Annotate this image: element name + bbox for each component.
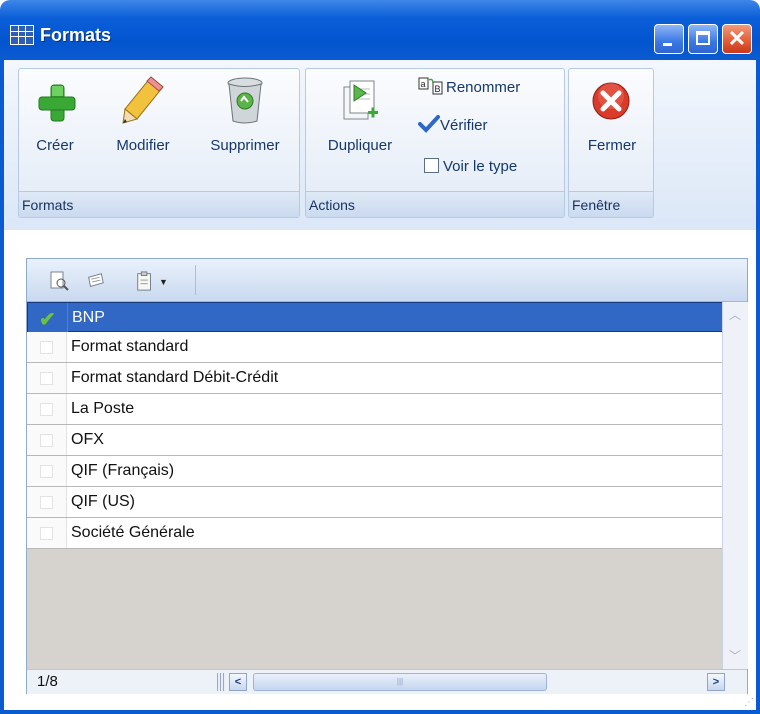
row-label: Société Générale [71, 524, 195, 541]
row-checkbox[interactable] [27, 394, 67, 424]
scroll-up-icon[interactable]: ︿ [726, 306, 744, 324]
formats-list-panel: ▼ ✔ BNP Format standard Format standard … [26, 258, 748, 694]
delete-button[interactable]: Supprimer [197, 69, 293, 189]
row-checkbox[interactable] [27, 518, 67, 548]
checkbox-box [40, 496, 53, 509]
show-type-checkbox[interactable]: Voir le type [424, 156, 517, 178]
row-label: Format standard Débit-Crédit [71, 369, 279, 386]
record-counter: 1/8 [37, 673, 58, 690]
show-type-label: Voir le type [443, 158, 518, 175]
create-label: Créer [36, 137, 74, 154]
close-window-button[interactable]: ✕ [722, 24, 752, 54]
checkbox-box [40, 403, 53, 416]
preview-icon[interactable] [49, 271, 69, 291]
resize-grip-icon[interactable]: ⋰ [744, 697, 754, 708]
row-label: OFX [71, 431, 104, 448]
list-item[interactable]: La Poste [27, 394, 723, 425]
verify-button[interactable]: Vérifier [418, 115, 488, 137]
pencil-icon [122, 76, 164, 124]
svg-text:a: a [421, 79, 426, 89]
row-checkbox[interactable] [27, 425, 67, 455]
print-icon[interactable] [85, 271, 105, 291]
close-form-label: Fermer [587, 137, 637, 154]
list-item[interactable]: QIF (US) [27, 487, 723, 518]
list-item[interactable]: Format standard [27, 332, 723, 363]
svg-text:B: B [435, 84, 441, 94]
close-circle-icon [592, 82, 630, 120]
checkbox-box [40, 527, 53, 540]
group-label-actions: Actions [306, 191, 564, 217]
edit-button[interactable]: Modifier [103, 69, 183, 189]
scroll-right-button[interactable]: > [707, 673, 725, 691]
maximize-button[interactable] [688, 24, 718, 54]
table-icon [10, 25, 34, 45]
row-label: Format standard [71, 338, 189, 355]
checkbox-box [40, 465, 53, 478]
trash-icon [227, 77, 263, 124]
duplicate-button[interactable]: Dupliquer [312, 69, 408, 189]
toolbar-separator [195, 265, 196, 295]
show-type-checkbox-box[interactable] [424, 158, 439, 173]
close-icon: ✕ [727, 26, 747, 51]
list-toolbar: ▼ [27, 259, 747, 302]
splitter-grip[interactable] [217, 673, 225, 691]
create-button[interactable]: Créer [27, 69, 83, 189]
delete-label: Supprimer [210, 137, 280, 154]
row-label: QIF (Français) [71, 462, 175, 479]
rename-label: Renommer [446, 79, 521, 96]
group-label-window: Fenêtre [569, 191, 653, 217]
minimize-button[interactable] [654, 24, 684, 54]
check-icon [418, 115, 440, 133]
edit-label: Modifier [116, 137, 170, 154]
title-bar: Formats ✕ [0, 0, 760, 60]
ribbon-group-window: Fermer Fenêtre [568, 68, 654, 218]
group-label-formats: Formats [19, 191, 299, 217]
row-checkbox[interactable] [27, 487, 67, 517]
list-item[interactable]: Société Générale [27, 518, 723, 549]
ribbon-group-formats: Créer Modifier Supprimer Formats [18, 68, 300, 218]
list-status-bar: 1/8 < ||| > [27, 669, 747, 694]
row-label: La Poste [71, 400, 135, 417]
checkbox-box [40, 434, 53, 447]
close-form-button[interactable]: Fermer [573, 69, 651, 189]
list-item[interactable]: QIF (Français) [27, 456, 723, 487]
horizontal-scrollbar[interactable]: < ||| > [217, 673, 727, 691]
window-title: Formats [40, 25, 112, 45]
duplicate-label: Dupliquer [327, 137, 393, 154]
rename-icon: a B [418, 77, 443, 95]
row-checkbox[interactable] [27, 363, 67, 393]
scroll-left-button[interactable]: < [229, 673, 247, 691]
chevron-down-icon[interactable]: ▼ [159, 277, 168, 287]
checkbox-box [40, 341, 53, 354]
scroll-down-icon[interactable]: ﹀ [726, 647, 744, 665]
check-icon: ✔ [39, 309, 56, 331]
minimize-icon [663, 43, 672, 46]
horizontal-scroll-thumb[interactable]: ||| [253, 673, 547, 691]
maximize-icon [696, 31, 710, 45]
list-item[interactable]: OFX [27, 425, 723, 456]
vertical-scrollbar[interactable]: ︿ ﹀ [722, 302, 748, 669]
checkbox-box [40, 372, 53, 385]
row-checkbox[interactable]: ✔ [28, 303, 68, 333]
row-label: QIF (US) [71, 493, 135, 510]
list-item[interactable]: ✔ BNP [27, 302, 723, 333]
row-checkbox[interactable] [27, 332, 67, 362]
plus-icon [38, 84, 76, 122]
row-checkbox[interactable] [27, 456, 67, 486]
duplicate-icon [343, 80, 378, 120]
row-label: BNP [72, 309, 105, 326]
formats-list: ✔ BNP Format standard Format standard Dé… [27, 302, 723, 549]
clipboard-icon[interactable] [135, 271, 155, 291]
rename-button[interactable]: a B Renommer [418, 76, 520, 98]
list-item[interactable]: Format standard Débit-Crédit [27, 363, 723, 394]
verify-label: Vérifier [440, 117, 488, 134]
